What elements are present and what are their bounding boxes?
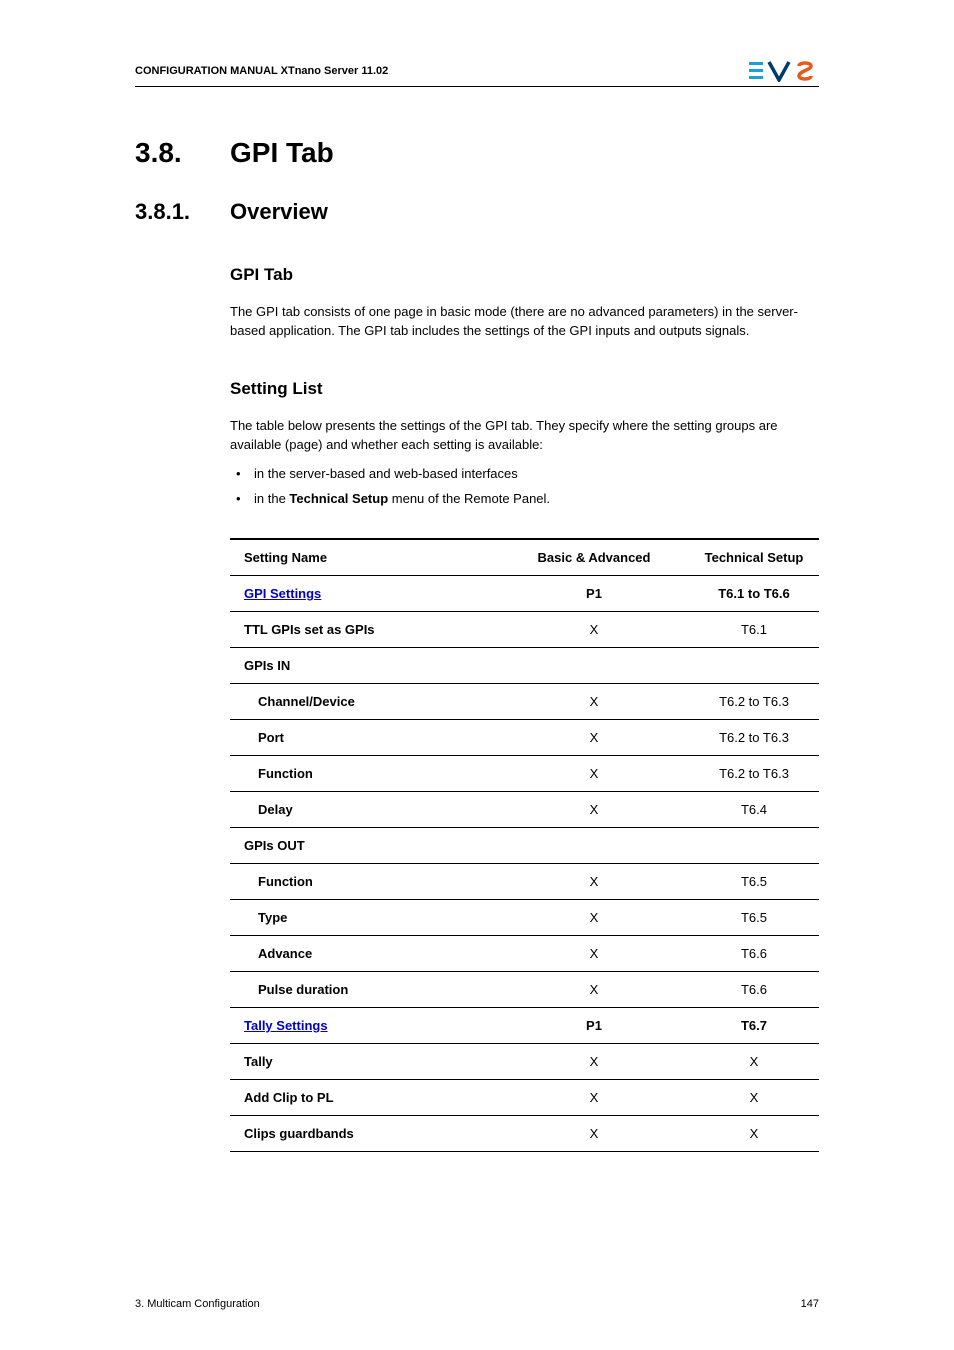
cell-basic-advanced: [499, 827, 689, 863]
cell-technical-setup: T6.6: [689, 971, 819, 1007]
bullet-text: in the server-based and web-based interf…: [254, 466, 518, 481]
cell-setting-name: Add Clip to PL: [230, 1079, 499, 1115]
table-row: GPIs OUT: [230, 827, 819, 863]
cell-basic-advanced: X: [499, 971, 689, 1007]
section-title: GPI Tab: [230, 137, 334, 169]
cell-setting-name: Advance: [230, 935, 499, 971]
cell-basic-advanced: P1: [499, 575, 689, 611]
cell-technical-setup: X: [689, 1115, 819, 1151]
section-number: 3.8.: [135, 137, 230, 169]
cell-technical-setup: [689, 827, 819, 863]
page-header: CONFIGURATION MANUAL XTnano Server 11.02: [135, 60, 819, 87]
settings-table: Setting Name Basic & Advanced Technical …: [230, 538, 819, 1152]
cell-technical-setup: X: [689, 1079, 819, 1115]
subsection-title: Overview: [230, 199, 328, 225]
setting-link[interactable]: GPI Settings: [244, 586, 321, 601]
header-setting-name: Setting Name: [230, 539, 499, 576]
cell-basic-advanced: X: [499, 1079, 689, 1115]
cell-setting-name: GPIs IN: [230, 647, 499, 683]
table-row: PortXT6.2 to T6.3: [230, 719, 819, 755]
cell-basic-advanced: X: [499, 1043, 689, 1079]
cell-setting-name[interactable]: GPI Settings: [230, 575, 499, 611]
table-row: Add Clip to PLXX: [230, 1079, 819, 1115]
cell-technical-setup: T6.6: [689, 935, 819, 971]
bullet-item: in the Technical Setup menu of the Remot…: [230, 489, 819, 510]
gpi-tab-heading: GPI Tab: [230, 265, 819, 285]
table-row: TypeXT6.5: [230, 899, 819, 935]
table-row: FunctionXT6.5: [230, 863, 819, 899]
bullet-text: menu of the Remote Panel.: [388, 491, 550, 506]
cell-technical-setup: X: [689, 1043, 819, 1079]
cell-basic-advanced: X: [499, 791, 689, 827]
cell-basic-advanced: [499, 647, 689, 683]
table-row: GPI Settings P1T6.1 to T6.6: [230, 575, 819, 611]
cell-technical-setup: [689, 647, 819, 683]
evs-logo: [749, 60, 819, 82]
cell-technical-setup: T6.1 to T6.6: [689, 575, 819, 611]
cell-basic-advanced: P1: [499, 1007, 689, 1043]
bullet-text: in the: [254, 491, 289, 506]
cell-technical-setup: T6.4: [689, 791, 819, 827]
table-row: GPIs IN: [230, 647, 819, 683]
cell-setting-name: Type: [230, 899, 499, 935]
footer-chapter: 3. Multicam Configuration: [135, 1298, 260, 1310]
cell-technical-setup: T6.2 to T6.3: [689, 683, 819, 719]
cell-setting-name: Function: [230, 863, 499, 899]
bullet-bold-text: Technical Setup: [289, 491, 388, 506]
cell-technical-setup: T6.5: [689, 899, 819, 935]
table-row: Channel/DeviceXT6.2 to T6.3: [230, 683, 819, 719]
cell-basic-advanced: X: [499, 683, 689, 719]
cell-setting-name[interactable]: Tally Settings: [230, 1007, 499, 1043]
cell-setting-name: Channel/Device: [230, 683, 499, 719]
cell-basic-advanced: X: [499, 1115, 689, 1151]
subsection-heading: 3.8.1. Overview: [135, 199, 819, 225]
cell-setting-name: Function: [230, 755, 499, 791]
cell-basic-advanced: X: [499, 611, 689, 647]
table-row: Tally Settings P1T6.7: [230, 1007, 819, 1043]
cell-technical-setup: T6.2 to T6.3: [689, 755, 819, 791]
setting-list-heading: Setting List: [230, 379, 819, 399]
header-technical-setup: Technical Setup: [689, 539, 819, 576]
table-header-row: Setting Name Basic & Advanced Technical …: [230, 539, 819, 576]
cell-technical-setup: T6.2 to T6.3: [689, 719, 819, 755]
cell-setting-name: TTL GPIs set as GPIs: [230, 611, 499, 647]
cell-basic-advanced: X: [499, 863, 689, 899]
table-row: TallyXX: [230, 1043, 819, 1079]
bullet-item: in the server-based and web-based interf…: [230, 464, 819, 485]
cell-technical-setup: T6.7: [689, 1007, 819, 1043]
footer-page-number: 147: [801, 1298, 819, 1310]
cell-basic-advanced: X: [499, 935, 689, 971]
table-row: Clips guardbandsXX: [230, 1115, 819, 1151]
cell-basic-advanced: X: [499, 899, 689, 935]
cell-basic-advanced: X: [499, 719, 689, 755]
cell-setting-name: Tally: [230, 1043, 499, 1079]
subsection-number: 3.8.1.: [135, 199, 230, 225]
table-row: TTL GPIs set as GPIsXT6.1: [230, 611, 819, 647]
header-title: CONFIGURATION MANUAL XTnano Server 11.02: [135, 65, 388, 77]
section-heading: 3.8. GPI Tab: [135, 137, 819, 169]
header-basic-advanced: Basic & Advanced: [499, 539, 689, 576]
gpi-tab-paragraph: The GPI tab consists of one page in basi…: [230, 303, 819, 341]
cell-setting-name: Pulse duration: [230, 971, 499, 1007]
cell-basic-advanced: X: [499, 755, 689, 791]
table-row: Pulse durationXT6.6: [230, 971, 819, 1007]
page-footer: 3. Multicam Configuration 147: [135, 1298, 819, 1310]
cell-setting-name: Delay: [230, 791, 499, 827]
table-row: AdvanceXT6.6: [230, 935, 819, 971]
cell-setting-name: GPIs OUT: [230, 827, 499, 863]
setting-link[interactable]: Tally Settings: [244, 1018, 328, 1033]
setting-list-bullets: in the server-based and web-based interf…: [230, 464, 819, 510]
setting-list-intro: The table below presents the settings of…: [230, 417, 819, 455]
cell-setting-name: Clips guardbands: [230, 1115, 499, 1151]
cell-setting-name: Port: [230, 719, 499, 755]
table-row: DelayXT6.4: [230, 791, 819, 827]
cell-technical-setup: T6.1: [689, 611, 819, 647]
table-row: FunctionXT6.2 to T6.3: [230, 755, 819, 791]
cell-technical-setup: T6.5: [689, 863, 819, 899]
